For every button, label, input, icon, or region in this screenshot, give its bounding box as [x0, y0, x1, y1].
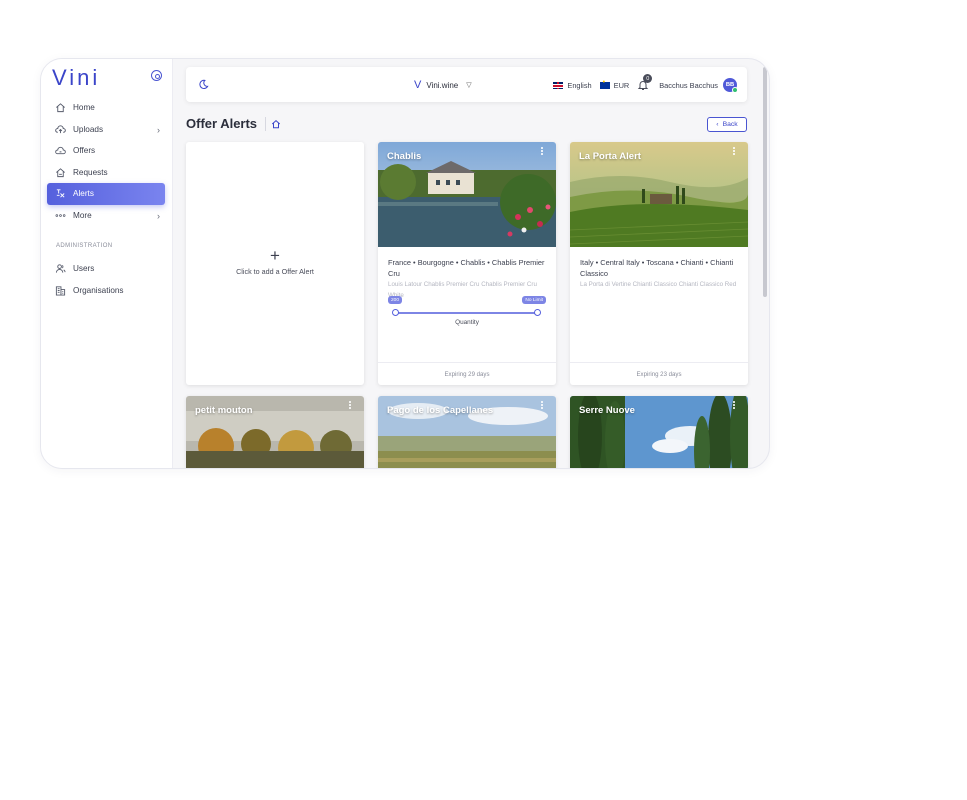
card-menu-icon[interactable]	[732, 147, 736, 157]
more-dots-icon	[55, 213, 66, 217]
sidebar-item-offers[interactable]: Offers	[47, 140, 165, 162]
chevron-right-icon: ›	[157, 210, 160, 221]
user-name[interactable]: Bacchus Bacchus	[659, 81, 718, 90]
app-window: Vini Home Uploads › Offers Requests Aler…	[40, 58, 770, 469]
slider-min-value: 200	[388, 296, 403, 304]
alert-card[interactable]: petit mouton	[186, 396, 364, 468]
alert-card-region: Italy • Central Italy • Toscana • Chiant…	[580, 258, 734, 278]
alert-card-expiry: Expiring 29 days	[378, 362, 556, 385]
eu-flag-icon	[599, 79, 610, 89]
card-menu-icon[interactable]	[540, 401, 544, 411]
alert-card-region: France • Bourgogne • Chablis • Chablis P…	[388, 258, 545, 278]
page-title: Offer Alerts	[186, 116, 258, 131]
requests-icon	[56, 167, 65, 177]
currency-selector[interactable]: EUR	[599, 79, 630, 90]
vini-logo-icon: V	[414, 79, 422, 91]
alert-card-title: petit mouton	[195, 405, 253, 416]
sidebar-item-label: Alerts	[73, 189, 94, 199]
chevron-down-icon: ▽	[466, 82, 472, 89]
sidebar: Vini Home Uploads › Offers Requests Aler…	[41, 59, 173, 468]
sidebar-item-uploads[interactable]: Uploads ›	[47, 119, 165, 141]
chevron-left-icon: ‹	[716, 121, 719, 128]
card-menu-icon[interactable]	[732, 401, 736, 411]
dark-mode-toggle-icon[interactable]	[198, 79, 209, 90]
card-menu-icon[interactable]	[540, 147, 544, 157]
alert-card-title: La Porta Alert	[579, 151, 641, 162]
back-label: Back	[722, 121, 738, 128]
avatar[interactable]: BB	[723, 78, 738, 93]
card-menu-icon[interactable]	[348, 401, 352, 411]
organisation-name: Vini.wine	[426, 80, 459, 90]
language-selector[interactable]: English	[553, 80, 592, 90]
currency-label: EUR	[613, 80, 630, 90]
alert-card-title: Pago de los Capellanes	[387, 405, 494, 416]
chevron-right-icon: ›	[157, 124, 160, 135]
home-icon	[56, 103, 65, 113]
settings-icon[interactable]	[151, 70, 162, 81]
slider-max-value: No Limit	[522, 296, 546, 304]
cloud-offers-icon	[55, 146, 66, 155]
notifications-button[interactable]: 0	[637, 74, 653, 91]
sidebar-item-label: Organisations	[73, 285, 124, 295]
alerts-icon	[56, 189, 65, 198]
slider-label: Quantity	[455, 319, 479, 326]
alert-card-detail: La Porta di Vertine Chianti Classico Chi…	[580, 281, 737, 288]
add-offer-alert-label: Click to add a Offer Alert	[236, 267, 314, 276]
sidebar-item-label: Uploads	[73, 124, 104, 134]
cloud-upload-icon	[55, 124, 66, 133]
sidebar-item-requests[interactable]: Requests	[47, 162, 165, 184]
sidebar-item-more[interactable]: More ›	[47, 205, 165, 227]
sidebar-item-label: Offers	[73, 146, 96, 156]
sidebar-item-alerts[interactable]: Alerts	[47, 183, 165, 205]
quantity-range-slider[interactable]: 200 No Limit Quantity	[388, 294, 546, 330]
sidebar-item-home[interactable]: Home	[47, 97, 165, 119]
sidebar-item-users[interactable]: Users	[47, 258, 165, 280]
sidebar-item-label: Requests	[73, 167, 108, 177]
title-divider	[265, 117, 266, 131]
slider-track	[395, 312, 538, 314]
alert-card[interactable]: Chablis France • Bourgogne • Chablis • C…	[378, 142, 556, 385]
uk-flag-icon	[553, 81, 564, 89]
top-bar-tools: English EUR 0 Bacchus Bacchus BB	[545, 74, 738, 94]
organisation-switcher[interactable]: V Vini.wine ▽	[414, 79, 472, 91]
alert-card[interactable]: Pago de los Capellanes	[378, 396, 556, 468]
language-label: English	[567, 80, 592, 90]
alert-card-title: Chablis	[387, 151, 422, 162]
add-offer-alert-card[interactable]: + Click to add a Offer Alert	[186, 142, 364, 385]
sidebar-item-label: More	[73, 210, 92, 220]
alert-card[interactable]: La Porta Alert Italy • Central Italy • T…	[570, 142, 748, 385]
alert-card[interactable]: Serre Nuove	[570, 396, 748, 468]
section-label-administration: ADMINISTRATION	[56, 243, 113, 249]
main-scrollbar[interactable]	[763, 67, 767, 297]
app-logo[interactable]: Vini	[52, 65, 100, 91]
alert-card-title: Serre Nuove	[579, 405, 635, 416]
sidebar-item-label: Home	[73, 103, 95, 113]
users-icon	[55, 264, 66, 273]
slider-min-handle[interactable]	[392, 308, 399, 316]
sidebar-item-organisations[interactable]: Organisations	[47, 280, 165, 302]
organisations-icon	[55, 285, 66, 296]
sidebar-item-label: Users	[73, 264, 95, 274]
alert-card-expiry: Expiring 23 days	[570, 362, 748, 385]
top-bar: V Vini.wine ▽ English EUR 0 Bacchus Bacc…	[186, 67, 747, 102]
back-button[interactable]: ‹ Back	[707, 117, 747, 132]
home-breadcrumb-icon[interactable]	[271, 119, 281, 129]
plus-icon: +	[270, 246, 280, 265]
sidebar-nav: Home Uploads › Offers Requests Alerts Mo…	[47, 97, 165, 226]
admin-nav: Users Organisations	[47, 258, 165, 301]
notification-count-badge: 0	[643, 74, 653, 83]
slider-max-handle[interactable]	[534, 308, 541, 316]
